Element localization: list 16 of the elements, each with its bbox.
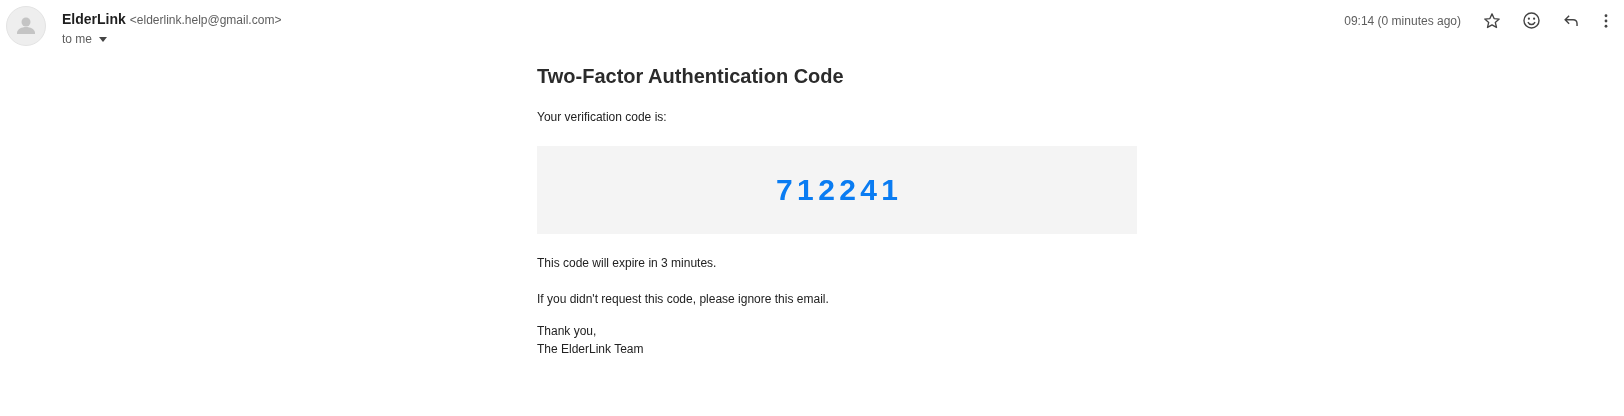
timestamp: 09:14 (0 minutes ago) [1344, 13, 1461, 28]
intro-text: Your verification code is: [537, 110, 668, 124]
signoff-text: The ElderLink Team [537, 341, 645, 358]
star-icon[interactable] [1483, 11, 1501, 30]
verification-code: 7 1 2 2 4 1 [776, 173, 898, 207]
expiry-text: This code will expire in 3 minutes. [537, 256, 718, 270]
recipient-label: to me [62, 32, 92, 46]
email-title: Two-Factor Authentication Code [537, 65, 845, 88]
sender-address: <elderlink.help@gmail.com> [129, 13, 282, 27]
sender-name: ElderLink [62, 11, 126, 27]
signoff-text: Thank you, [537, 323, 598, 340]
emoji-icon[interactable] [1522, 11, 1541, 30]
dropdown-icon[interactable] [99, 36, 107, 42]
more-options-icon[interactable] [1604, 13, 1608, 28]
avatar-icon [6, 6, 46, 46]
notice-text: If you didn't request this code, please ignore this email. [537, 292, 830, 306]
